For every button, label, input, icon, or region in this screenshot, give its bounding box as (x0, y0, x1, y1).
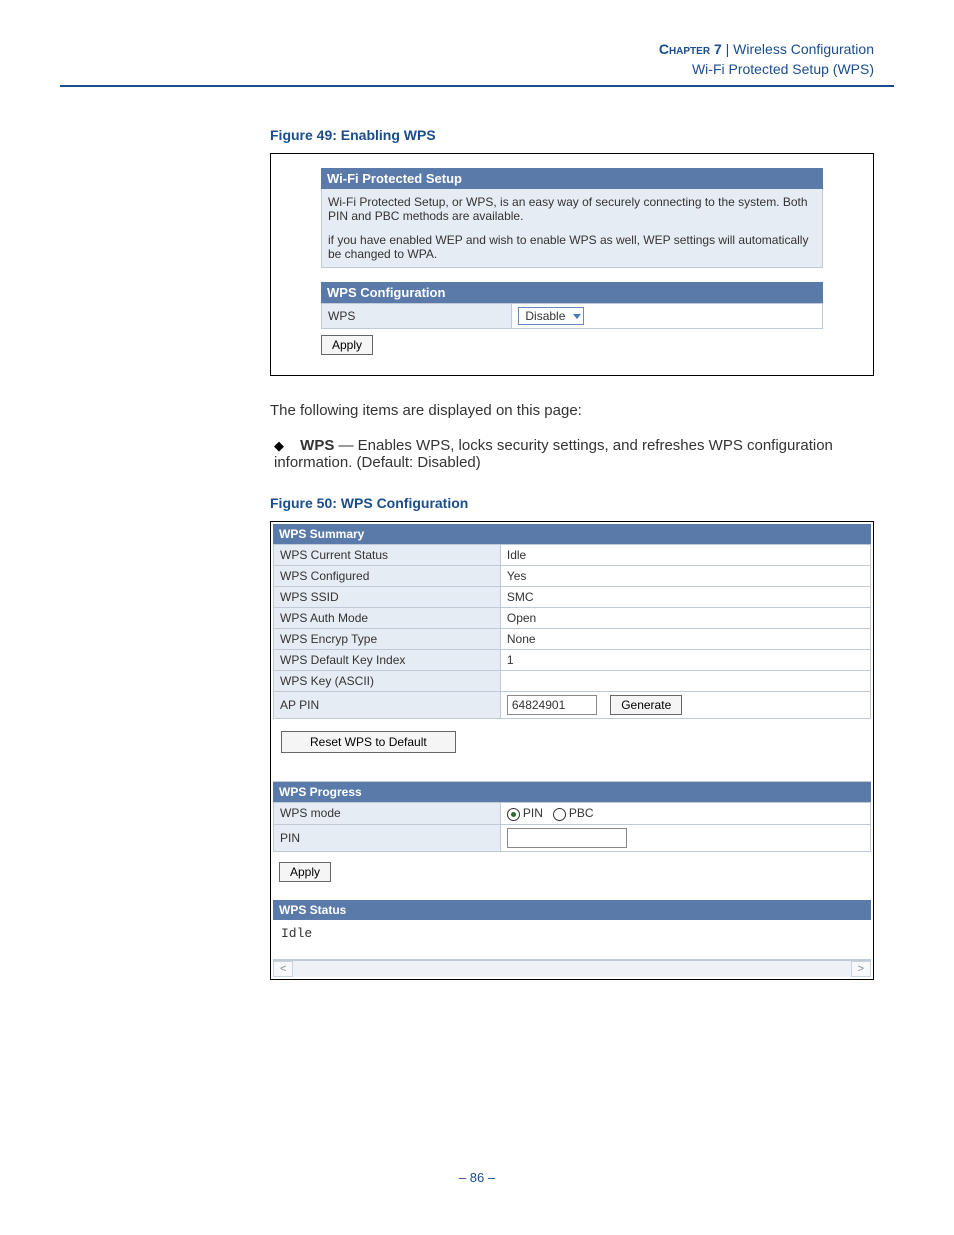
wps-status-title: WPS Status (273, 900, 871, 920)
reset-wps-button[interactable]: Reset WPS to Default (281, 731, 456, 753)
row-value: Idle (500, 545, 870, 566)
wps-info-text-2: if you have enabled WEP and wish to enab… (328, 233, 816, 261)
row-label: WPS Key (ASCII) (274, 671, 501, 692)
wps-summary-table: WPS Current StatusIdle WPS ConfiguredYes… (273, 544, 871, 719)
wps-info-text-1: Wi-Fi Protected Setup, or WPS, is an eas… (328, 195, 816, 223)
row-label: WPS Default Key Index (274, 650, 501, 671)
wps-label: WPS (322, 304, 512, 329)
bullet-list: WPS — Enables WPS, locks security settin… (270, 437, 874, 471)
figure-50-box: WPS Summary WPS Current StatusIdle WPS C… (270, 521, 874, 979)
intro-text: The following items are displayed on thi… (270, 402, 874, 419)
apply-button[interactable]: Apply (321, 335, 373, 355)
row-label: WPS Auth Mode (274, 608, 501, 629)
page-header: Chapter 7 | Wireless Configuration Wi-Fi… (60, 40, 894, 79)
header-separator: | (726, 41, 730, 57)
figure-50-caption: Figure 50: WPS Configuration (270, 495, 874, 511)
row-label: WPS Configured (274, 566, 501, 587)
wps-progress-table: WPS mode PIN PBC PIN (273, 802, 871, 851)
bullet-bold: WPS (300, 437, 334, 454)
wps-config-title: WPS Configuration (321, 282, 823, 303)
wps-select-value: Disable (525, 309, 565, 323)
chevron-down-icon (573, 314, 581, 319)
wps-select[interactable]: Disable (518, 307, 584, 325)
radio-pin-label: PIN (523, 806, 543, 820)
row-label: WPS SSID (274, 587, 501, 608)
row-value (500, 671, 870, 692)
row-value: 1 (500, 650, 870, 671)
bullet-wps: WPS — Enables WPS, locks security settin… (270, 437, 874, 471)
scroll-right-icon[interactable]: > (851, 961, 871, 977)
row-value: Open (500, 608, 870, 629)
figure-49-box: Wi-Fi Protected Setup Wi-Fi Protected Se… (270, 153, 874, 376)
page-number: – 86 – (0, 1170, 954, 1185)
subsection-title: Wi-Fi Protected Setup (WPS) (60, 60, 874, 80)
wps-status-value: Idle (273, 920, 871, 960)
generate-button[interactable]: Generate (610, 695, 682, 715)
bullet-rest: — Enables WPS, locks security settings, … (274, 437, 833, 471)
pin-label: PIN (274, 824, 501, 851)
row-label: WPS Encryp Type (274, 629, 501, 650)
wps-panel-title: Wi-Fi Protected Setup (321, 168, 823, 189)
wps-mode-label: WPS mode (274, 803, 501, 824)
chapter-label: Chapter 7 (659, 41, 722, 57)
figure-49-caption: Figure 49: Enabling WPS (270, 127, 874, 143)
radio-pbc-label: PBC (569, 806, 594, 820)
horizontal-scrollbar[interactable]: < > (273, 960, 871, 977)
wps-info-box: Wi-Fi Protected Setup, or WPS, is an eas… (321, 189, 823, 268)
radio-pbc[interactable] (553, 808, 566, 821)
wps-config-table: WPS Disable (321, 303, 823, 329)
ap-pin-value[interactable]: 64824901 (507, 695, 597, 715)
row-label: WPS Current Status (274, 545, 501, 566)
row-value: Yes (500, 566, 870, 587)
scroll-left-icon[interactable]: < (273, 961, 293, 977)
wps-summary-title: WPS Summary (273, 524, 871, 544)
ap-pin-label: AP PIN (274, 692, 501, 719)
section-title: Wireless Configuration (733, 41, 874, 57)
header-rule (60, 85, 894, 87)
apply-button-2[interactable]: Apply (279, 862, 331, 882)
radio-pin[interactable] (507, 808, 520, 821)
pin-input[interactable] (507, 828, 627, 848)
wps-progress-title: WPS Progress (273, 782, 871, 802)
row-value: SMC (500, 587, 870, 608)
row-value: None (500, 629, 870, 650)
